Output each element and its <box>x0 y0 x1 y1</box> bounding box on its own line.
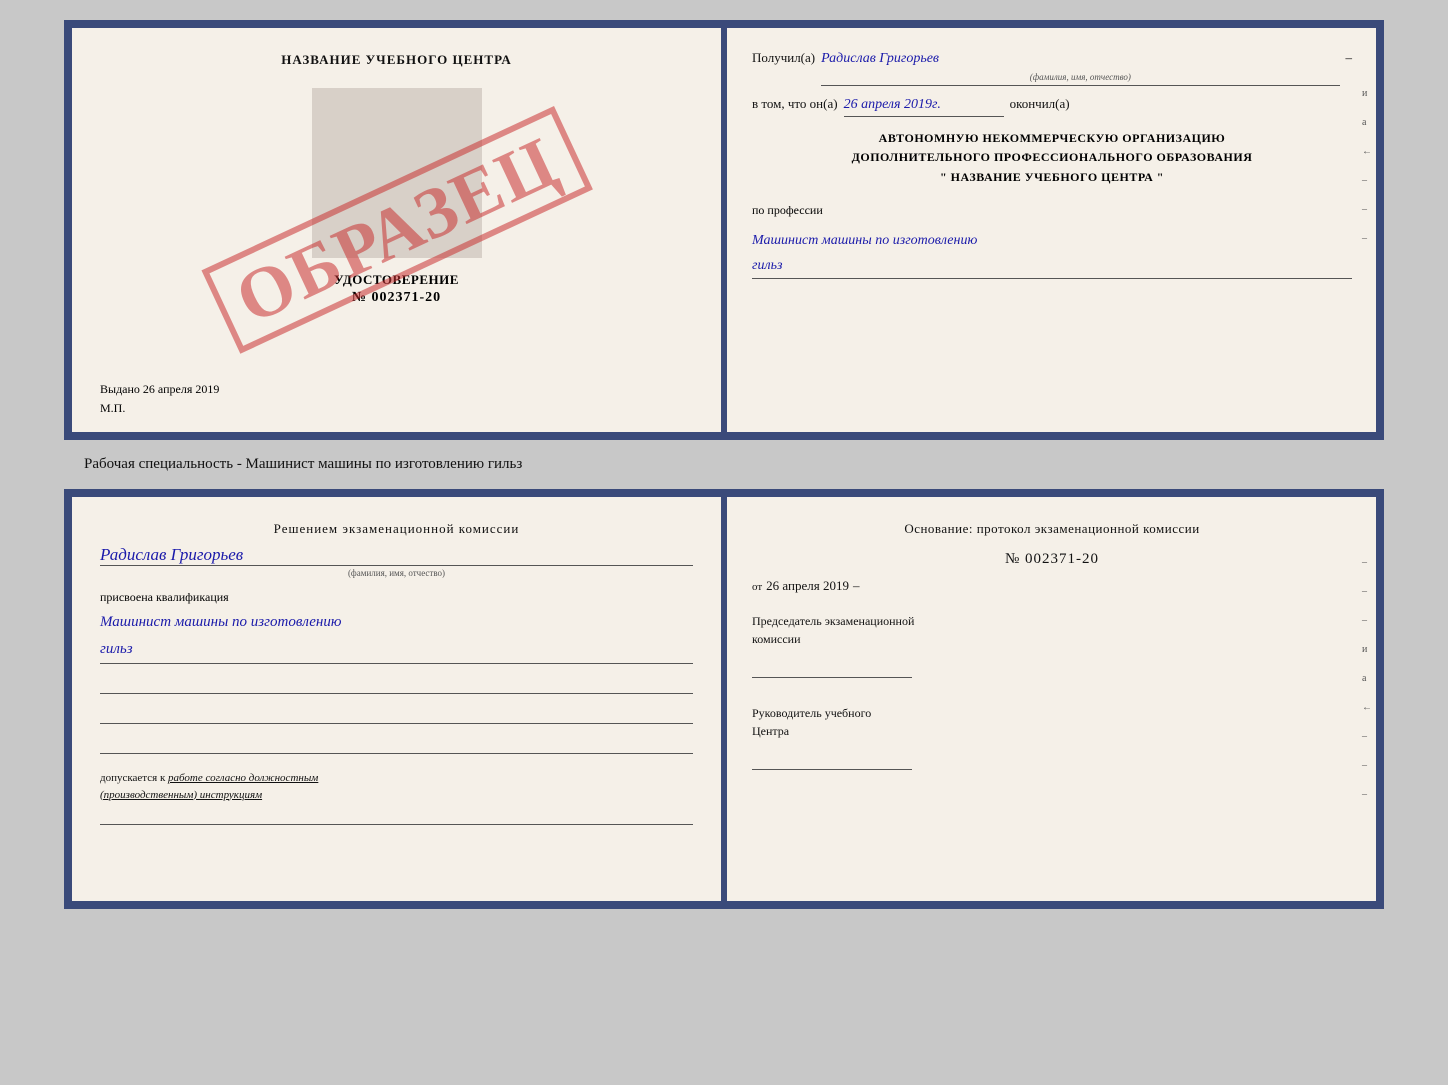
person-name-value-top: Радислав Григорьев <box>821 51 939 66</box>
person-name-top: Радислав Григорьев (фамилия, имя, отчест… <box>821 48 1339 86</box>
stamp-placeholder <box>312 88 482 258</box>
date-of-label: от <box>752 581 762 593</box>
profession-value-top: Машинист машины по изготовлению гильз <box>752 228 1352 279</box>
received-line: Получил(а) Радислав Григорьев (фамилия, … <box>752 48 1352 86</box>
cert-number: № 002371-20 <box>352 290 441 306</box>
bottom-right-panel: Основание: протокол экзаменационной коми… <box>724 497 1376 901</box>
person-name-bottom-wrap: Радислав Григорьев (фамилия, имя, отчест… <box>100 545 693 578</box>
director-label1: Руководитель учебного <box>752 706 871 720</box>
director-label2: Центра <box>752 724 789 738</box>
qualification-value: Машинист машины по изготовлению гильз <box>100 609 693 664</box>
basis-title: Основание: протокол экзаменационной коми… <box>752 521 1352 537</box>
chairman-block: Председатель экзаменационной комиссии <box>752 612 1352 678</box>
top-left-panel: НАЗВАНИЕ УЧЕБНОГО ЦЕНТРА УДОСТОВЕРЕНИЕ №… <box>72 28 724 432</box>
cert-label: УДОСТОВЕРЕНИЕ <box>334 272 459 288</box>
top-document: НАЗВАНИЕ УЧЕБНОГО ЦЕНТРА УДОСТОВЕРЕНИЕ №… <box>64 20 1384 440</box>
side-marks-bottom: – – – и а ← – – – <box>1362 557 1372 800</box>
org-line3: " НАЗВАНИЕ УЧЕБНОГО ЦЕНТРА " <box>752 168 1352 187</box>
blank-line-2 <box>100 702 693 724</box>
director-sig-line <box>752 752 912 770</box>
profession-val1: Машинист машины по изготовлению <box>752 233 977 248</box>
director-label: Руководитель учебного Центра <box>752 704 1352 740</box>
bottom-document: Решением экзаменационной комиссии Радисл… <box>64 489 1384 909</box>
chairman-sig-line <box>752 660 912 678</box>
side-marks-top: и а ← – – – <box>1362 88 1372 244</box>
finished-label: окончил(а) <box>1010 94 1070 115</box>
inthat-label: в том, что он(а) <box>752 94 838 115</box>
org-block: АВТОНОМНУЮ НЕКОММЕРЧЕСКУЮ ОРГАНИЗАЦИЮ ДО… <box>752 129 1352 187</box>
blank-line-1 <box>100 672 693 694</box>
person-name-bottom: Радислав Григорьев <box>100 545 693 566</box>
chairman-label2: комиссии <box>752 632 801 646</box>
admission-italic-val2: (производственным) инструкциям <box>100 789 262 801</box>
org-line2: ДОПОЛНИТЕЛЬНОГО ПРОФЕССИОНАЛЬНОГО ОБРАЗО… <box>752 148 1352 167</box>
qual-val1: Машинист машины по изготовлению <box>100 614 341 630</box>
date-value-bottom: 26 апреля 2019 <box>766 578 849 594</box>
date-value-top: 26 апреля 2019г. <box>844 94 1004 117</box>
bottom-left-panel: Решением экзаменационной комиссии Радисл… <box>72 497 724 901</box>
issued-text: Выдано 26 апреля 2019 <box>100 382 219 396</box>
profession-label-top: по профессии <box>752 203 1352 218</box>
date-line-bottom: от 26 апреля 2019 – <box>752 578 1352 594</box>
admission-label: допускается к <box>100 772 165 784</box>
qual-val2: гильз <box>100 641 133 657</box>
org-line1: АВТОНОМНУЮ НЕКОММЕРЧЕСКУЮ ОРГАНИЗАЦИЮ <box>752 129 1352 148</box>
person-sublabel-top: (фамилия, имя, отчество) <box>821 70 1339 84</box>
top-right-panel: Получил(а) Радислав Григорьев (фамилия, … <box>724 28 1376 432</box>
chairman-label: Председатель экзаменационной комиссии <box>752 612 1352 648</box>
issued-line: Выдано 26 апреля 2019 <box>100 382 219 397</box>
decision-title: Решением экзаменационной комиссии <box>100 521 693 537</box>
person-sublabel-bottom: (фамилия, имя, отчество) <box>100 568 693 578</box>
admission-underline <box>100 807 693 825</box>
admission-text: допускается к работе согласно должностны… <box>100 770 693 803</box>
profession-val2: гильз <box>752 258 782 273</box>
qualification-label: присвоена квалификация <box>100 590 693 605</box>
inthat-line: в том, что он(а) 26 апреля 2019г. окончи… <box>752 94 1352 117</box>
blank-line-3 <box>100 732 693 754</box>
director-block: Руководитель учебного Центра <box>752 704 1352 770</box>
top-left-center-title: НАЗВАНИЕ УЧЕБНОГО ЦЕНТРА <box>281 52 512 68</box>
between-label: Рабочая специальность - Машинист машины … <box>84 456 522 473</box>
admission-italic-val: работе согласно должностным <box>168 772 318 784</box>
mp-line: М.П. <box>100 401 125 416</box>
protocol-number-bottom: № 002371-20 <box>752 551 1352 568</box>
received-label: Получил(а) <box>752 48 815 69</box>
chairman-label1: Председатель экзаменационной <box>752 614 914 628</box>
